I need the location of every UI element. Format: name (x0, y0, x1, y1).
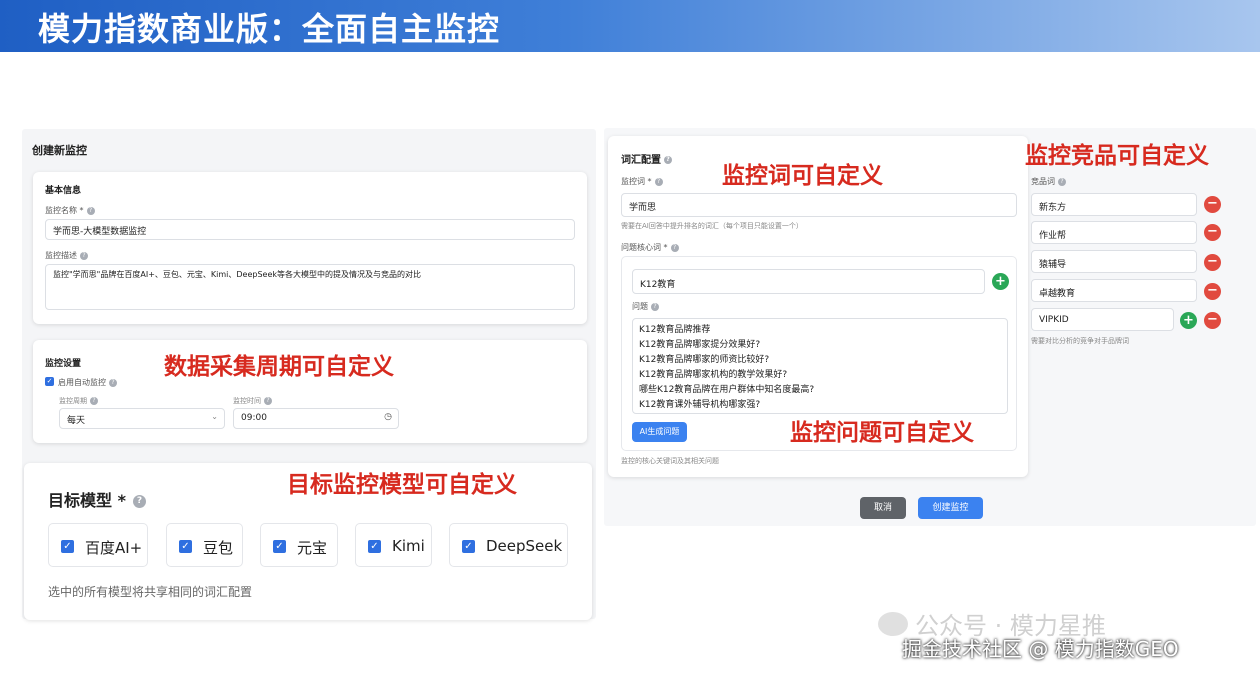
remove-competitor-button[interactable]: − (1204, 254, 1221, 271)
model-checkbox[interactable]: ✓ (368, 540, 381, 553)
basic-info-heading: 基本信息 (45, 186, 82, 196)
chevron-down-icon: ⌄ (211, 412, 218, 421)
models-note: 选中的所有模型将共享相同的词汇配置 (48, 585, 253, 599)
model-checkbox[interactable]: ✓ (61, 540, 74, 553)
auto-monitor-checkbox[interactable]: ✓ (45, 377, 54, 386)
competitor-input[interactable]: 猿辅导 (1031, 250, 1197, 273)
annotation-question: 监控问题可自定义 (790, 420, 974, 446)
question-line: K12教育品牌哪家的师资比较好? (639, 355, 770, 365)
annotation-keyword: 监控词可自定义 (722, 163, 883, 189)
help-icon[interactable]: ? (670, 243, 679, 252)
model-checkbox[interactable]: ✓ (179, 540, 192, 553)
help-icon[interactable]: ? (109, 378, 117, 387)
core-word-hint: 监控的核心关键词及其相关问题 (621, 457, 719, 465)
basic-info-card: 基本信息 监控名称 *? 学而思-大模型数据监控 监控描述? 监控"学而思"品牌… (33, 172, 587, 324)
cancel-button[interactable]: 取消 (860, 497, 906, 519)
remove-competitor-button[interactable]: − (1204, 196, 1221, 213)
model-option-deepseek[interactable]: ✓ DeepSeek (449, 523, 568, 567)
model-label: 元宝 (297, 539, 328, 557)
help-icon[interactable]: ? (90, 397, 98, 405)
vocab-heading: 词汇配置? (621, 151, 672, 166)
period-value: 每天 (67, 416, 86, 426)
auto-monitor-label: 启用自动监控? (58, 377, 117, 388)
help-icon[interactable]: ? (132, 495, 146, 508)
time-value: 09:00 (241, 413, 267, 423)
time-input[interactable]: 09:00 ◷ (233, 408, 399, 429)
help-icon[interactable]: ? (664, 156, 672, 164)
model-label: 百度AI+ (85, 539, 143, 557)
model-option-baidu[interactable]: ✓ 百度AI+ (48, 523, 148, 567)
question-line: K12教育品牌哪家提分效果好? (639, 340, 761, 350)
monitor-desc-label: 监控描述? (45, 250, 88, 261)
clock-icon: ◷ (384, 412, 392, 422)
model-checkbox[interactable]: ✓ (273, 540, 286, 553)
monitor-name-label: 监控名称 *? (45, 205, 95, 216)
competitor-label: 竞品词? (1031, 176, 1066, 187)
competitor-hint: 需要对比分析的竞争对手品牌词 (1031, 337, 1129, 345)
keyword-input[interactable]: 学而思 (621, 193, 1017, 217)
question-line: K12教育课外辅导机构哪家强? (639, 400, 761, 410)
model-label: DeepSeek (486, 537, 563, 555)
keyword-label: 监控词 *? (621, 176, 663, 187)
help-icon[interactable]: ? (86, 206, 95, 215)
questions-textarea[interactable]: K12教育品牌推荐 K12教育品牌哪家提分效果好? K12教育品牌哪家的师资比较… (632, 318, 1008, 414)
period-select[interactable]: 每天 ⌄ (59, 408, 225, 429)
form-title: 创建新监控 (32, 144, 87, 157)
monitor-settings-heading: 监控设置 (45, 359, 82, 369)
remove-competitor-button[interactable]: − (1204, 224, 1221, 241)
add-competitor-button[interactable]: + (1180, 312, 1197, 329)
help-icon[interactable]: ? (651, 302, 659, 311)
create-monitor-button[interactable]: 创建监控 (918, 497, 983, 519)
question-line: K12教育品牌推荐 (639, 325, 711, 335)
watermark-juejin: 掘金技术社区 @ 模力指数GEO (902, 637, 1179, 661)
help-icon[interactable]: ? (264, 397, 272, 405)
title-banner: 模力指数商业版：全面自主监控 (0, 0, 1260, 52)
time-label: 监控时间? (233, 396, 272, 406)
remove-competitor-button[interactable]: − (1204, 283, 1221, 300)
annotation-period: 数据采集周期可自定义 (164, 354, 394, 380)
competitor-input[interactable]: 卓越教育 (1031, 279, 1197, 302)
keyword-hint: 需要在AI回答中提升排名的词汇（每个项目只能设置一个） (621, 222, 803, 230)
model-label: Kimi (392, 537, 425, 555)
monitor-desc-textarea[interactable]: 监控"学而思"品牌在百度AI+、豆包、元宝、Kimi、DeepSeek等各大模型… (45, 264, 575, 310)
core-word-input[interactable]: K12教育 (632, 269, 985, 294)
core-word-label: 问题核心词 *? (621, 242, 679, 253)
model-label: 豆包 (203, 539, 234, 557)
help-icon[interactable]: ? (80, 251, 88, 260)
model-checkbox[interactable]: ✓ (462, 540, 475, 553)
monitor-name-input[interactable]: 学而思-大模型数据监控 (45, 219, 575, 240)
question-label: 问题? (632, 301, 659, 312)
question-line: 哪些K12教育品牌在用户群体中知名度最高? (639, 385, 815, 395)
question-line: K12教育品牌哪家机构的教学效果好? (639, 370, 788, 380)
annotation-model: 目标监控模型可自定义 (287, 472, 517, 498)
add-core-word-button[interactable]: + (992, 273, 1009, 290)
model-option-yuanbao[interactable]: ✓ 元宝 (260, 523, 338, 567)
target-models-heading: 目标模型 *? (48, 487, 146, 511)
help-icon[interactable]: ? (1058, 177, 1066, 186)
model-option-kimi[interactable]: ✓ Kimi (355, 523, 432, 567)
period-label: 监控周期? (59, 396, 98, 406)
competitor-input[interactable]: 新东方 (1031, 193, 1197, 216)
ai-generate-button[interactable]: AI生成问题 (632, 422, 687, 442)
model-option-doubao[interactable]: ✓ 豆包 (166, 523, 243, 567)
competitor-input[interactable]: 作业帮 (1031, 221, 1197, 244)
competitor-input[interactable]: VIPKID (1031, 308, 1174, 331)
banner-title: 模力指数商业版：全面自主监控 (38, 10, 501, 48)
annotation-competitor: 监控竞品可自定义 (1025, 143, 1209, 169)
help-icon[interactable]: ? (654, 177, 663, 186)
remove-competitor-button[interactable]: − (1204, 312, 1221, 329)
